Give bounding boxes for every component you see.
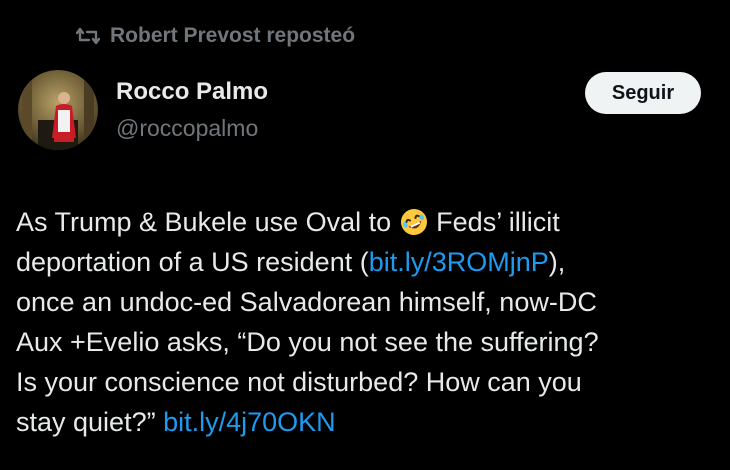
tweet-text-segment: stay quiet?” — [16, 407, 164, 437]
tweet-link-2[interactable]: bit.ly/4j70OKN — [163, 407, 336, 437]
author-handle[interactable]: @roccopalmo — [116, 115, 258, 142]
tweet-line-2: deportation of a US resident (bit.ly/3RO… — [16, 242, 716, 282]
tweet-text: As Trump & Bukele use Oval to Feds’ illi… — [16, 202, 716, 442]
rolling-on-floor-laughing-emoji-icon — [399, 207, 429, 237]
repost-icon — [76, 26, 100, 46]
avatar-photo-icon — [18, 70, 98, 150]
tweet-text-segment: As Trump & Bukele use Oval to — [16, 207, 399, 237]
follow-button[interactable]: Seguir — [585, 72, 701, 114]
repost-indicator[interactable]: Robert Prevost reposteó — [76, 24, 355, 48]
tweet-line-4: Aux +Evelio asks, “Do you not see the su… — [16, 327, 599, 357]
tweet-link-1[interactable]: bit.ly/3ROMjnP — [369, 247, 549, 277]
tweet-text-segment: deportation of a US resident ( — [16, 247, 369, 277]
tweet-line-6: stay quiet?” bit.ly/4j70OKN — [16, 402, 716, 442]
tweet-line-1: As Trump & Bukele use Oval to Feds’ illi… — [16, 202, 716, 242]
avatar[interactable] — [18, 70, 98, 150]
tweet-line-3: once an undoc-ed Salvadorean himself, no… — [16, 287, 597, 317]
repost-label: Robert Prevost reposteó — [110, 24, 356, 47]
tweet-text-segment: Feds’ illicit — [428, 207, 560, 237]
tweet-text-segment: ), — [548, 247, 566, 277]
tweet-line-5: Is your conscience not disturbed? How ca… — [16, 367, 582, 397]
author-display-name[interactable]: Rocco Palmo — [116, 78, 268, 106]
